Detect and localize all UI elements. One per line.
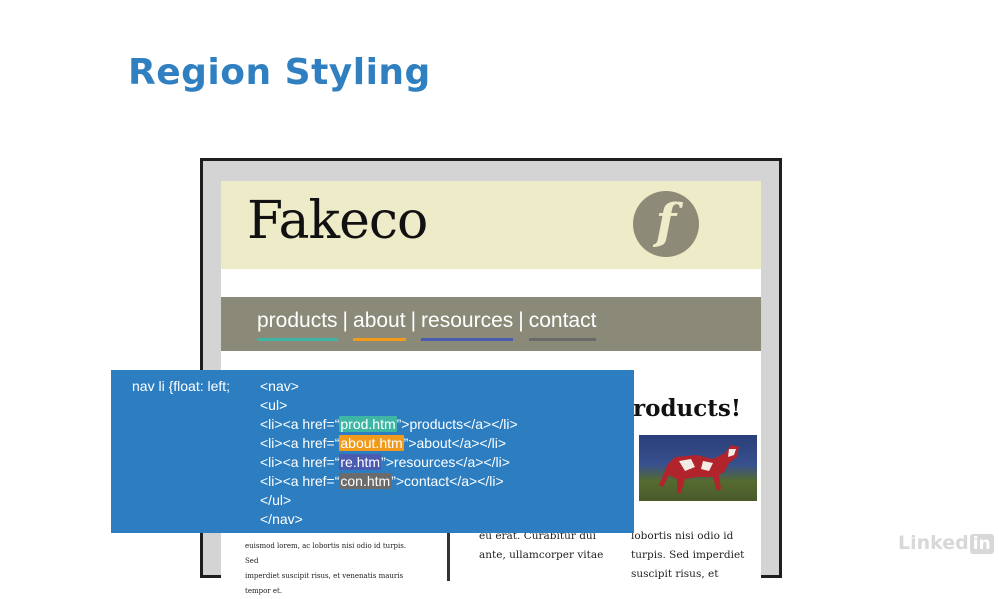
body-text-column-3: lobortis nisi odio id turpis. Sed imperd… bbox=[631, 527, 761, 584]
code-ul-close: </ul> bbox=[260, 492, 292, 508]
code-text: <li><a href=“ bbox=[260, 435, 340, 451]
watermark-text: Linked bbox=[898, 532, 969, 554]
slide-title: Region Styling bbox=[128, 52, 431, 93]
horse-illustration bbox=[659, 445, 739, 493]
body-text-line: turpis. Sed imperdiet bbox=[631, 549, 745, 561]
site-nav: products | about | resources | contact bbox=[221, 297, 761, 351]
body-text-line: ante, ullamcorper vitae bbox=[479, 549, 604, 561]
brand-name: Fakeco bbox=[247, 191, 428, 251]
code-text: ”>products</a></li> bbox=[396, 416, 518, 432]
code-text: ”>contact</a></li> bbox=[391, 473, 504, 489]
nav-links: products | about | resources | contact bbox=[257, 309, 596, 341]
code-text: <li><a href=“ bbox=[260, 416, 340, 432]
highlight-about-htm: about.htm bbox=[339, 435, 404, 451]
highlight-prod-htm: prod.htm bbox=[339, 416, 397, 432]
nav-separator: | bbox=[342, 309, 349, 332]
nav-link-contact[interactable]: contact bbox=[528, 309, 596, 341]
code-text: ”>about</a></li> bbox=[403, 435, 507, 451]
code-nav-close: </nav> bbox=[260, 511, 303, 527]
highlight-con-htm: con.htm bbox=[339, 473, 392, 489]
nav-link-about[interactable]: about bbox=[353, 309, 406, 341]
nav-link-resources[interactable]: resources bbox=[421, 309, 514, 341]
body-text-column-1: euismod lorem, ac lobortis nisi odio id … bbox=[245, 539, 421, 599]
horse-image bbox=[639, 435, 757, 501]
nav-separator: | bbox=[410, 309, 417, 332]
code-overlay: nav li {float: left; <nav> <ul> <li><a h… bbox=[111, 370, 634, 533]
code-text: <li><a href=“ bbox=[260, 454, 340, 470]
nav-separator: | bbox=[518, 309, 524, 332]
nav-link-products[interactable]: products bbox=[257, 309, 338, 341]
code-li-contact: <li><a href=“con.htm”>contact</a></li> bbox=[260, 473, 504, 489]
body-text-line: lobortis nisi odio id bbox=[631, 530, 734, 542]
code-ul-open: <ul> bbox=[260, 397, 288, 413]
code-li-products: <li><a href=“prod.htm”>products</a></li> bbox=[260, 416, 518, 432]
linkedin-watermark: Linked in bbox=[898, 532, 994, 554]
code-text: <li><a href=“ bbox=[260, 473, 340, 489]
body-text-line: suscipit risus, et bbox=[631, 568, 719, 580]
body-text-line: imperdiet suscipit risus, et venenatis m… bbox=[245, 572, 404, 595]
highlight-re-htm: re.htm bbox=[339, 454, 382, 470]
code-li-about: <li><a href=“about.htm”>about</a></li> bbox=[260, 435, 506, 451]
site-header: Fakeco f bbox=[221, 181, 761, 269]
code-li-resources: <li><a href=“re.htm”>resources</a></li> bbox=[260, 454, 510, 470]
logo-icon: f bbox=[633, 191, 699, 257]
linkedin-in-icon: in bbox=[969, 534, 994, 554]
css-rule: nav li {float: left; bbox=[132, 378, 231, 394]
content-heading: roducts! bbox=[633, 395, 741, 422]
code-text: ”>resources</a></li> bbox=[381, 454, 510, 470]
code-nav-open: <nav> bbox=[260, 378, 299, 394]
